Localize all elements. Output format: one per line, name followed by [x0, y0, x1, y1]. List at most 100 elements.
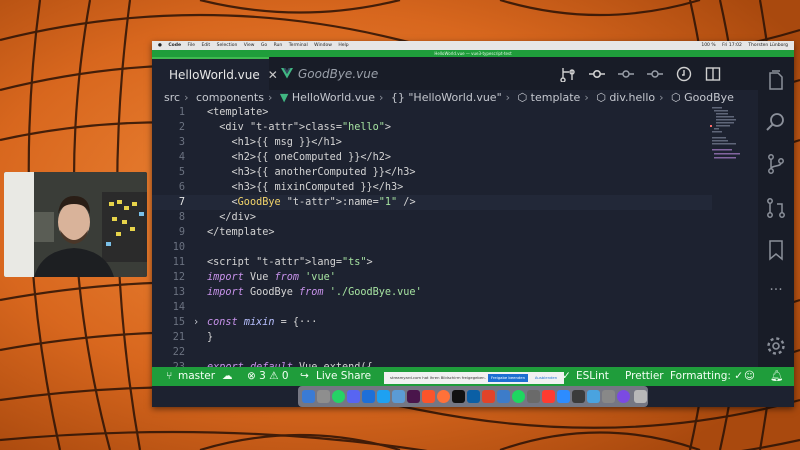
more-icon[interactable]: ···	[765, 279, 787, 301]
breadcrumb-goodbye[interactable]: GoodBye	[684, 90, 734, 105]
battery-status[interactable]: 100 %	[701, 43, 715, 48]
code-line[interactable]: 10	[152, 240, 712, 255]
code-editor[interactable]: 1 <template> 2 <div "t-attr">class="hello"…	[152, 105, 712, 373]
maps-icon[interactable]	[497, 390, 510, 403]
tab-goodbye[interactable]: GoodBye.vue	[269, 57, 389, 90]
minimap[interactable]	[710, 105, 756, 185]
code-line[interactable]: 22	[152, 345, 712, 360]
menu-run[interactable]: Run	[274, 43, 283, 48]
explorer-icon[interactable]	[765, 69, 787, 91]
code-text[interactable]: </div>	[207, 210, 256, 225]
menu-help[interactable]: Help	[338, 43, 348, 48]
code-line[interactable]: 6 <h3>{{ mixinComputed }}</h3>	[152, 180, 712, 195]
code-line[interactable]: 8 </div>	[152, 210, 712, 225]
tab-helloworld[interactable]: HelloWorld.vue ✕	[152, 57, 278, 90]
split-editor-icon[interactable]	[705, 66, 721, 82]
mail-icon[interactable]	[362, 390, 375, 403]
git-branch[interactable]: master	[178, 367, 215, 386]
pull-request-icon[interactable]	[765, 197, 787, 219]
app-icon[interactable]	[527, 390, 540, 403]
bookmark-icon[interactable]	[765, 239, 787, 261]
person-icon[interactable]: ☺	[744, 367, 755, 386]
search-icon[interactable]	[765, 111, 787, 133]
app-icon[interactable]	[587, 390, 600, 403]
menu-code[interactable]: Code	[168, 43, 181, 48]
code-line[interactable]: 4 <h2>{{ oneComputed }}</h2>	[152, 150, 712, 165]
hide-button[interactable]: Ausblenden	[531, 374, 561, 382]
code-line[interactable]: 9 </template>	[152, 225, 712, 240]
branch-icon[interactable]: ⑂	[166, 367, 172, 386]
code-text[interactable]: <h3>{{ mixinComputed }}</h3>	[207, 180, 404, 195]
code-text[interactable]: </template>	[207, 225, 274, 240]
code-line[interactable]: 3 <h1>{{ msg }}</h1>	[152, 135, 712, 150]
code-line[interactable]: 21}	[152, 330, 712, 345]
stop-sharing-button[interactable]: Freigabe beenden	[488, 374, 528, 382]
launchpad-icon[interactable]	[317, 390, 330, 403]
source-control-compare-icon[interactable]	[560, 66, 576, 82]
code-line[interactable]: 7 <GoodBye "t-attr">:name="1" />	[152, 195, 712, 210]
code-text[interactable]: <h1>{{ msg }}</h1>	[207, 135, 342, 150]
spotify-icon[interactable]	[512, 390, 525, 403]
code-text[interactable]: import GoodBye from './GoodBye.vue'	[207, 285, 422, 300]
slack-icon[interactable]	[407, 390, 420, 403]
app-icon[interactable]	[572, 390, 585, 403]
live-share-button[interactable]: Live Share	[316, 367, 371, 386]
live-share-icon[interactable]: ↪	[300, 367, 309, 386]
code-line[interactable]: 11 <script "t-attr">lang="ts">	[152, 255, 712, 270]
breadcrumb-file[interactable]: HelloWorld.vue	[292, 90, 375, 105]
code-text[interactable]: <script "t-attr">lang="ts">	[207, 255, 373, 270]
vscode-icon[interactable]	[467, 390, 480, 403]
tweetdeck-icon[interactable]	[392, 390, 405, 403]
code-text[interactable]: <GoodBye "t-attr">:name="1" />	[207, 195, 416, 210]
code-text[interactable]: <h2>{{ oneComputed }}</h2>	[207, 150, 391, 165]
menu-view[interactable]: View	[244, 43, 255, 48]
menu-file[interactable]: File	[187, 43, 195, 48]
zoom-icon[interactable]	[557, 390, 570, 403]
breadcrumb-module[interactable]: {} "HelloWorld.vue"	[391, 90, 502, 105]
timeline-icon[interactable]	[676, 66, 692, 82]
code-text[interactable]: <div "t-attr">class="hello">	[207, 120, 391, 135]
discord-icon[interactable]	[347, 390, 360, 403]
code-text[interactable]: const mixin = {···	[207, 315, 317, 330]
code-line[interactable]: 5 <h3>{{ anotherComputed }}</h3>	[152, 165, 712, 180]
fold-chevron-icon[interactable]: ›	[193, 315, 199, 330]
next-change-icon[interactable]	[647, 66, 663, 82]
breadcrumb-div[interactable]: div.hello	[609, 90, 655, 105]
clock[interactable]: Fri 17:02	[722, 43, 742, 48]
settings-gear-icon[interactable]	[765, 335, 787, 357]
sync-icon[interactable]: ☁	[222, 367, 233, 386]
apple-icon[interactable]: ●	[158, 43, 162, 48]
code-line[interactable]: 2 <div "t-attr">class="hello">	[152, 120, 712, 135]
code-line[interactable]: 1 <template>	[152, 105, 712, 120]
twitter-icon[interactable]	[377, 390, 390, 403]
code-line[interactable]: 13 import GoodBye from './GoodBye.vue'	[152, 285, 712, 300]
firefox-icon[interactable]	[437, 390, 450, 403]
finder-icon[interactable]	[302, 390, 315, 403]
trash-icon[interactable]	[634, 390, 647, 403]
code-text[interactable]: <h3>{{ anotherComputed }}</h3>	[207, 165, 416, 180]
menu-go[interactable]: Go	[261, 43, 267, 48]
menu-window[interactable]: Window	[314, 43, 332, 48]
brave-icon[interactable]	[422, 390, 435, 403]
problems-count[interactable]: ⊗ 3 ⚠ 0	[247, 367, 289, 386]
app-icon[interactable]	[602, 390, 615, 403]
whatsapp-icon[interactable]	[332, 390, 345, 403]
bell-icon[interactable]: 🔔︎	[770, 367, 783, 386]
code-line[interactable]: 15 const mixin = {··· ›	[152, 315, 712, 330]
code-line[interactable]: 12 import Vue from 'vue'	[152, 270, 712, 285]
app-icon[interactable]	[482, 390, 495, 403]
breadcrumb-src[interactable]: src	[164, 90, 180, 105]
formatting-status[interactable]: Formatting: ✓	[670, 367, 743, 386]
menu-edit[interactable]: Edit	[201, 43, 210, 48]
code-text[interactable]: import Vue from 'vue'	[207, 270, 336, 285]
code-text[interactable]: <template>	[207, 105, 268, 120]
prettier-status[interactable]: Prettier	[625, 367, 664, 386]
breadcrumb-template[interactable]: template	[531, 90, 581, 105]
app-icon[interactable]	[617, 390, 630, 403]
eslint-status[interactable]: ESLint	[576, 367, 609, 386]
breadcrumb-components[interactable]: components	[196, 90, 264, 105]
code-text[interactable]: }	[207, 330, 213, 345]
terminal-icon[interactable]	[452, 390, 465, 403]
git-commit-icon[interactable]	[589, 66, 605, 82]
previous-change-icon[interactable]	[618, 66, 634, 82]
